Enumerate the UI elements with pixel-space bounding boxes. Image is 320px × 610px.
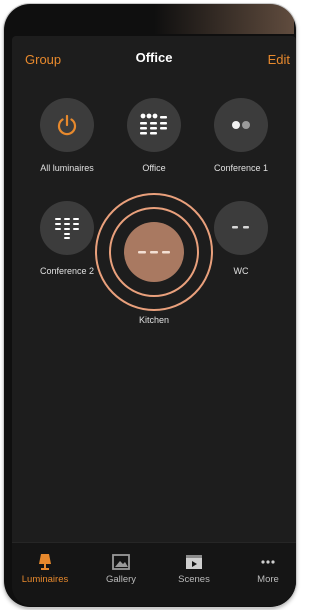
page-title: Office bbox=[135, 50, 173, 65]
tab-label: Luminaires bbox=[21, 574, 69, 585]
edit-button[interactable]: Edit bbox=[268, 52, 290, 67]
tab-gallery[interactable]: Gallery bbox=[89, 553, 153, 585]
tab-scenes[interactable]: Scenes bbox=[162, 553, 226, 585]
top-bar: Group Office Edit bbox=[12, 36, 296, 80]
tile-circle bbox=[40, 201, 94, 255]
conference-2-luminaires-icon bbox=[55, 218, 79, 239]
scenes-icon bbox=[186, 555, 202, 569]
office-luminaires-icon bbox=[140, 113, 167, 135]
group-label: All luminaires bbox=[40, 163, 94, 173]
gallery-icon bbox=[112, 554, 130, 570]
tile-circle bbox=[127, 98, 181, 152]
kitchen-selected-circle[interactable] bbox=[124, 222, 184, 282]
lamp-icon bbox=[39, 554, 51, 570]
group-tile-office[interactable]: Office bbox=[109, 98, 199, 173]
tab-label: More bbox=[257, 574, 279, 585]
tile-circle bbox=[214, 98, 268, 152]
wc-luminaires-icon bbox=[232, 226, 249, 229]
app-screen: Group Office Edit All luminaires Office … bbox=[12, 36, 296, 606]
tile-circle bbox=[214, 201, 268, 255]
kitchen-luminaires-icon bbox=[138, 251, 170, 254]
background-glow bbox=[154, 4, 294, 34]
power-icon bbox=[57, 114, 77, 136]
conference-1-luminaires-icon bbox=[232, 121, 250, 129]
phone-frame: Group Office Edit All luminaires Office … bbox=[4, 4, 296, 607]
group-tile-conference-1[interactable]: Conference 1 bbox=[196, 98, 286, 173]
tab-label: Scenes bbox=[178, 574, 210, 585]
group-label: Office bbox=[142, 163, 166, 173]
more-dots-icon bbox=[261, 560, 275, 564]
group-label: Conference 1 bbox=[213, 163, 269, 173]
bottom-tab-bar: Luminaires Gallery Scenes More bbox=[12, 542, 296, 606]
group-tile-all-luminaires[interactable]: All luminaires bbox=[22, 98, 112, 173]
tab-label: Gallery bbox=[105, 574, 137, 585]
tile-circle bbox=[40, 98, 94, 152]
tab-luminaires[interactable]: Luminaires bbox=[13, 553, 77, 585]
group-label: Kitchen bbox=[138, 315, 170, 325]
tab-more[interactable]: More bbox=[236, 553, 296, 585]
